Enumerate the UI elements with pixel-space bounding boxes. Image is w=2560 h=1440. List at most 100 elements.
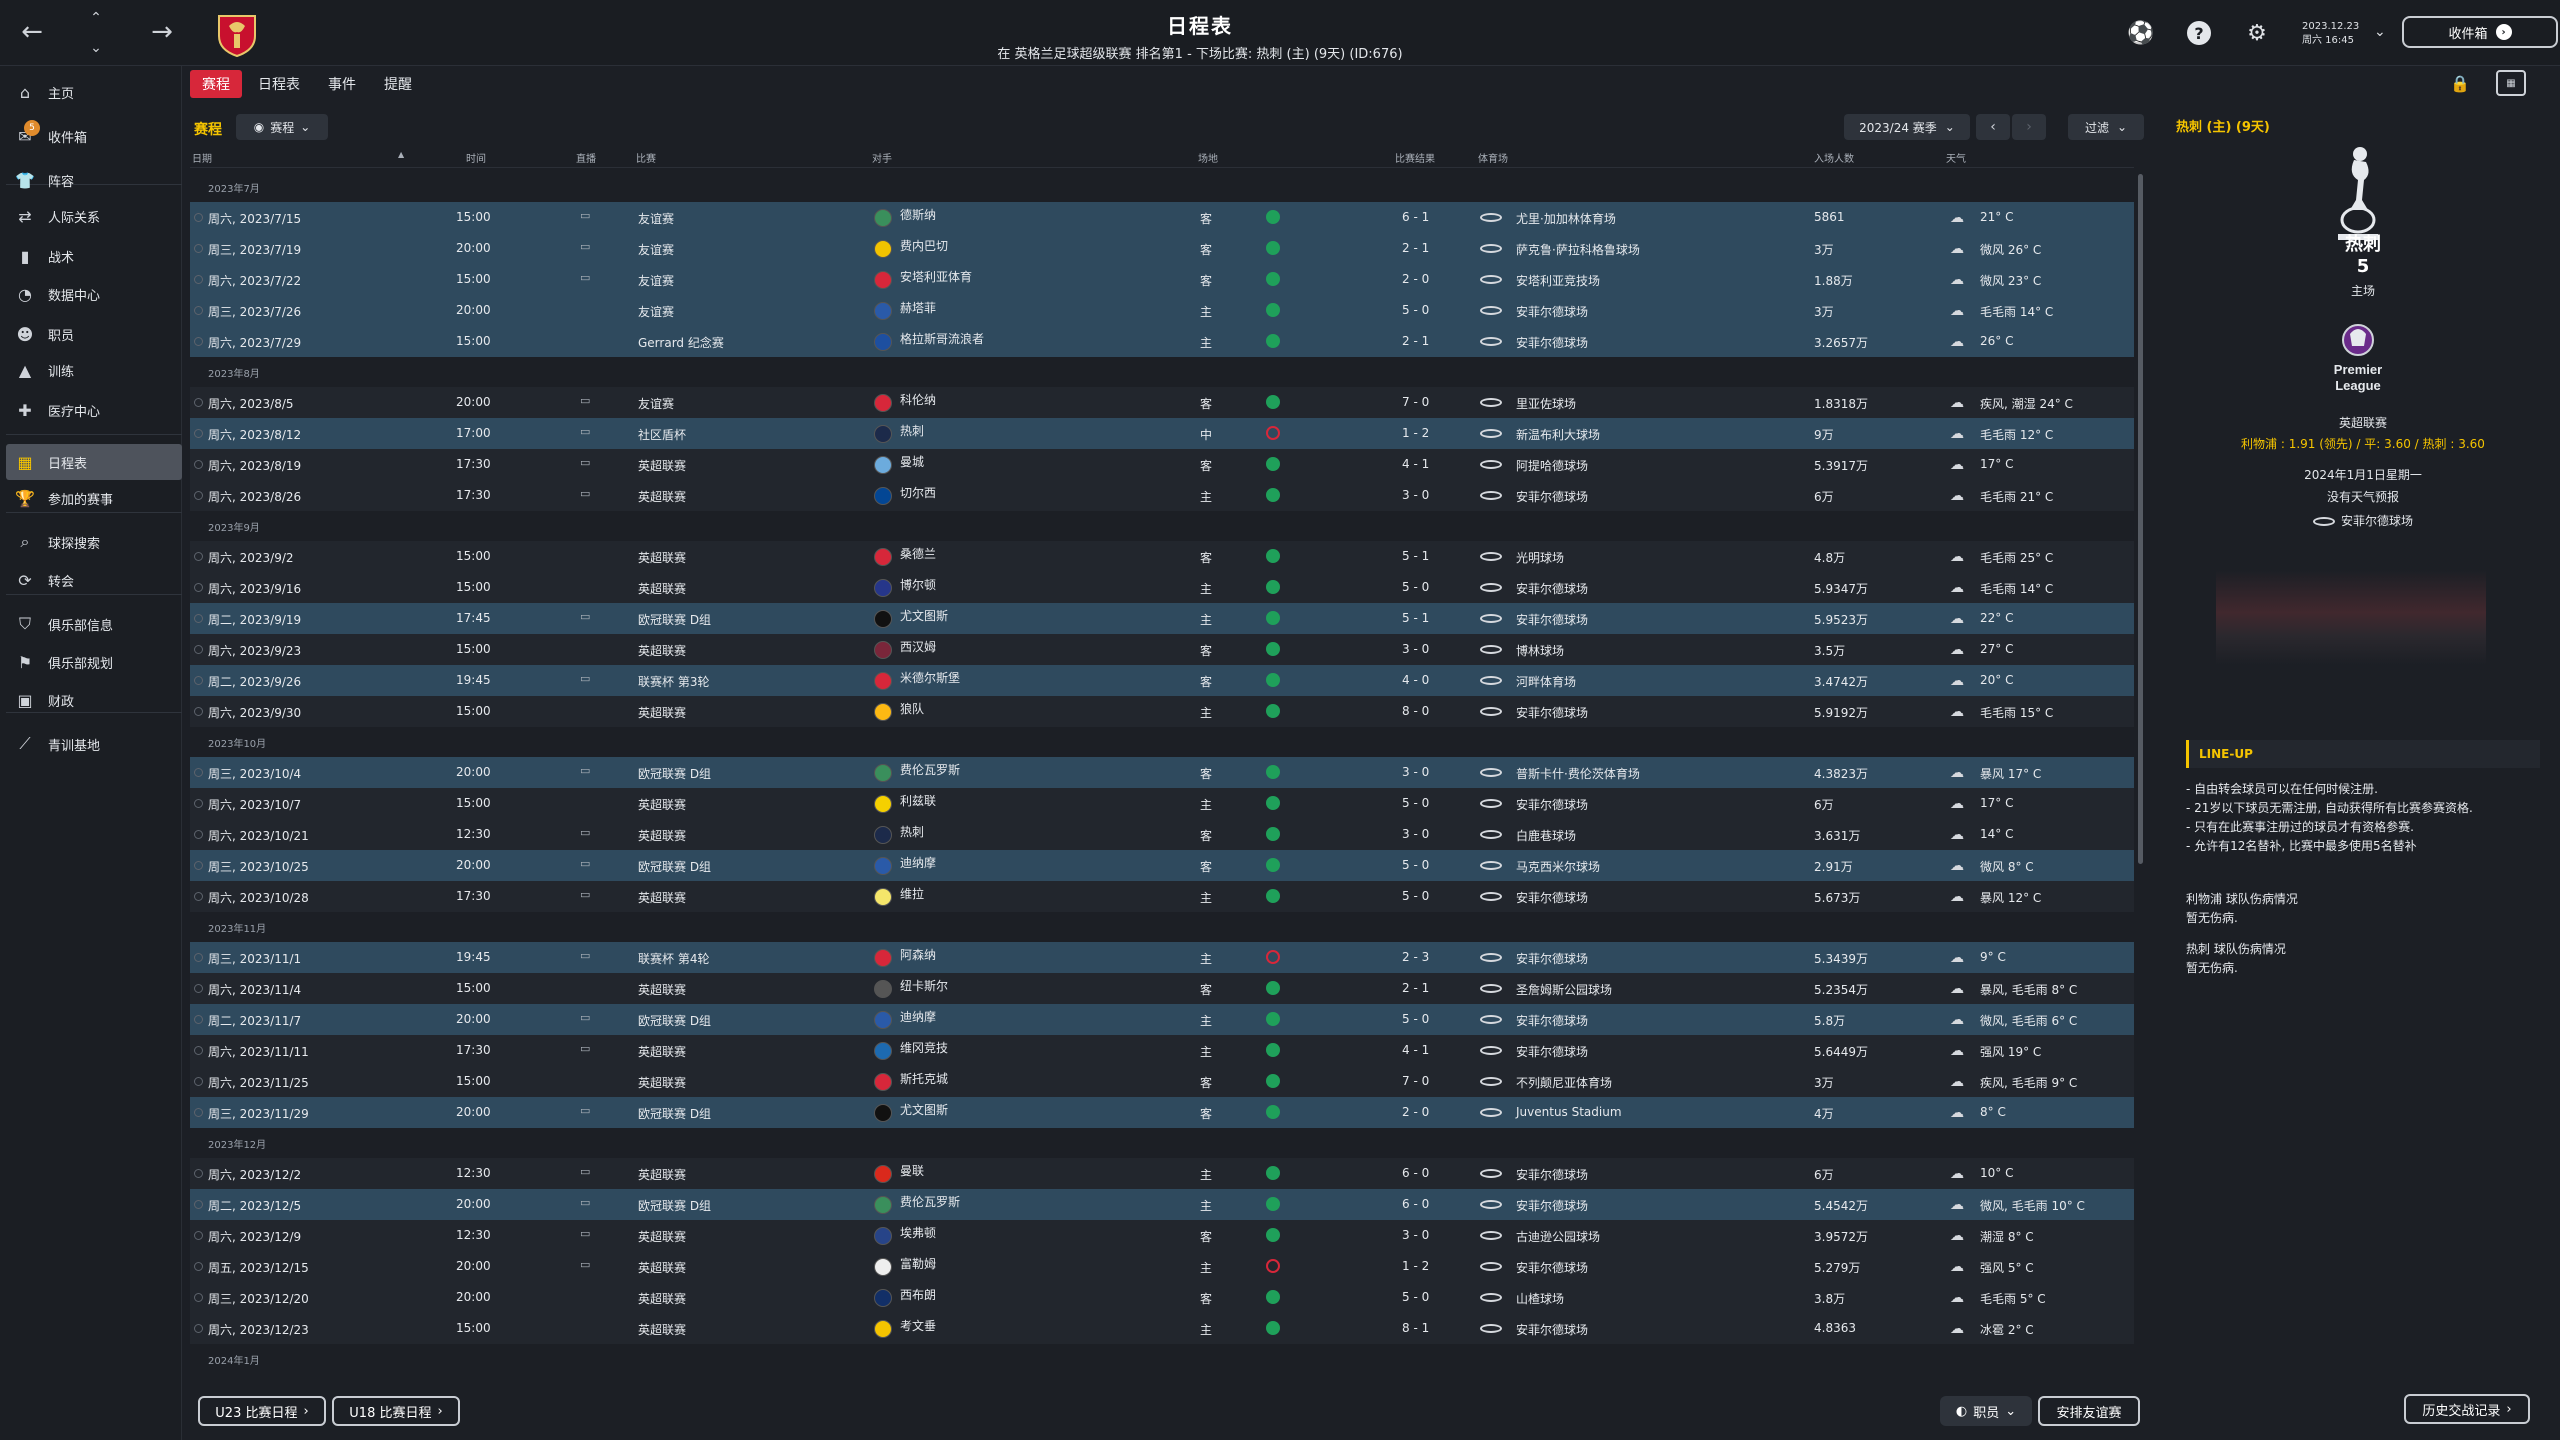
lock-icon[interactable]: 🔒	[2450, 74, 2470, 93]
table-row[interactable]: 周二, 2023/9/26 19:45 ▭ 联赛杯 第3轮 米德尔斯堡 客 4 - 0 河畔体…	[190, 665, 2134, 696]
table-row[interactable]: 周六, 2023/9/16 15:00 英超联赛 博尔顿 主 5 - 0 安菲尔德球场 5.9…	[190, 572, 2134, 603]
table-row[interactable]: 周六, 2023/8/12 17:00 ▭ 社区盾杯 热刺 中 1 - 2 新温布利大球场 9万…	[190, 418, 2134, 449]
team-crest-icon[interactable]	[874, 333, 892, 351]
match-competition[interactable]: 联赛杯 第4轮	[638, 950, 709, 967]
team-crest-icon[interactable]	[874, 579, 892, 597]
team-crest-icon[interactable]	[874, 271, 892, 289]
table-row[interactable]: 周六, 2023/12/2 12:30 ▭ 英超联赛 曼联 主 6 - 0 安菲尔德球场 6万 ☁…	[190, 1158, 2134, 1189]
match-opponent[interactable]: 尤文图斯	[900, 1101, 948, 1118]
match-competition[interactable]: 英超联赛	[638, 1228, 686, 1245]
scrollbar[interactable]	[2138, 174, 2143, 864]
match-score[interactable]: 4 - 0	[1402, 673, 1429, 687]
match-opponent[interactable]: 利兹联	[900, 792, 936, 809]
next-match-title[interactable]: 热刺 (主) (9天)	[2176, 116, 2270, 135]
match-opponent[interactable]: 西汉姆	[900, 638, 936, 655]
row-select-icon[interactable]	[194, 337, 203, 346]
table-row[interactable]: 周三, 2023/11/29 20:00 ▭ 欧冠联赛 D组 尤文图斯 客 2 - 0 Juv…	[190, 1097, 2134, 1128]
row-select-icon[interactable]	[194, 768, 203, 777]
season-dropdown[interactable]: 2023/24 赛季 ⌄	[1844, 114, 1970, 140]
head-to-head-button[interactable]: 历史交战记录 ›	[2404, 1394, 2530, 1424]
table-row[interactable]: 周六, 2023/7/29 15:00 Gerrard 纪念赛 格拉斯哥流浪者 主 2 -…	[190, 326, 2134, 357]
match-opponent[interactable]: 曼联	[900, 1162, 924, 1179]
row-select-icon[interactable]	[194, 1046, 203, 1055]
match-score[interactable]: 2 - 1	[1402, 981, 1429, 995]
match-opponent[interactable]: 费内巴切	[900, 237, 948, 254]
match-score[interactable]: 5 - 0	[1402, 1290, 1429, 1304]
table-row[interactable]: 周六, 2023/8/19 17:30 ▭ 英超联赛 曼城 客 4 - 1 阿提哈德球场 5.3…	[190, 449, 2134, 480]
sidebar-item-6[interactable]: ☻ 职员	[6, 316, 182, 352]
team-crest-icon[interactable]	[874, 394, 892, 412]
tab-2[interactable]: 事件	[316, 70, 368, 98]
calendar-view-icon[interactable]: ▦	[2496, 70, 2526, 96]
tab-1[interactable]: 日程表	[246, 70, 312, 98]
match-competition[interactable]: 欧冠联赛 D组	[638, 1197, 711, 1214]
match-score[interactable]: 3 - 0	[1402, 1228, 1429, 1242]
column-header[interactable]: 比赛结果	[1395, 150, 1435, 165]
row-select-icon[interactable]	[194, 707, 203, 716]
match-opponent[interactable]: 纽卡斯尔	[900, 977, 948, 994]
match-opponent[interactable]: 维拉	[900, 885, 924, 902]
match-opponent[interactable]: 阿森纳	[900, 946, 936, 963]
match-score[interactable]: 4 - 1	[1402, 1043, 1429, 1057]
sidebar-item-8[interactable]: ✚ 医疗中心	[6, 392, 182, 428]
table-row[interactable]: 周六, 2023/11/11 17:30 ▭ 英超联赛 维冈竞技 主 4 - 1 安菲尔德球场…	[190, 1035, 2134, 1066]
table-row[interactable]: 周三, 2023/10/25 20:00 ▭ 欧冠联赛 D组 迪纳摩 客 5 - 0 马克西米…	[190, 850, 2134, 881]
match-competition[interactable]: Gerrard 纪念赛	[638, 334, 724, 351]
team-crest-icon[interactable]	[874, 456, 892, 474]
match-opponent[interactable]: 西布朗	[900, 1286, 936, 1303]
match-competition[interactable]: 友谊赛	[638, 395, 674, 412]
sidebar-item-4[interactable]: ▮ 战术	[6, 238, 182, 274]
team-crest-icon[interactable]	[874, 610, 892, 628]
forward-icon[interactable]: →	[142, 12, 182, 52]
match-competition[interactable]: 英超联赛	[638, 580, 686, 597]
table-row[interactable]: 周二, 2023/12/5 20:00 ▭ 欧冠联赛 D组 费伦瓦罗斯 主 6 - 0 安菲尔…	[190, 1189, 2134, 1220]
column-header[interactable]: 时间	[466, 150, 486, 165]
column-header[interactable]: 场地	[1198, 150, 1218, 165]
match-competition[interactable]: 欧冠联赛 D组	[638, 765, 711, 782]
match-opponent[interactable]: 科伦纳	[900, 391, 936, 408]
team-crest-icon[interactable]	[874, 826, 892, 844]
table-row[interactable]: 周六, 2023/7/22 15:00 ▭ 友谊赛 安塔利亚体育 客 2 - 0 安塔利亚竞技…	[190, 264, 2134, 295]
match-opponent[interactable]: 博尔顿	[900, 576, 936, 593]
match-score[interactable]: 8 - 1	[1402, 1321, 1429, 1335]
row-select-icon[interactable]	[194, 830, 203, 839]
match-score[interactable]: 3 - 0	[1402, 765, 1429, 779]
team-crest-icon[interactable]	[874, 1165, 892, 1183]
sort-arrow-icon[interactable]: ▲	[398, 150, 404, 159]
match-opponent[interactable]: 热刺	[900, 823, 924, 840]
row-select-icon[interactable]	[194, 1077, 203, 1086]
match-score[interactable]: 2 - 1	[1402, 241, 1429, 255]
prev-page-button[interactable]: ‹	[1976, 114, 2010, 140]
match-score[interactable]: 5 - 0	[1402, 303, 1429, 317]
staff-dropdown[interactable]: ◐ 职员 ⌄	[1940, 1396, 2032, 1426]
team-crest-icon[interactable]	[874, 1011, 892, 1029]
team-crest-icon[interactable]	[874, 302, 892, 320]
match-competition[interactable]: 友谊赛	[638, 210, 674, 227]
chevron-down-icon[interactable]: ⌄	[2374, 24, 2386, 40]
match-opponent[interactable]: 德斯纳	[900, 206, 936, 223]
table-row[interactable]: 周六, 2023/10/28 17:30 ▭ 英超联赛 维拉 主 5 - 0 安菲尔德球场 5.…	[190, 881, 2134, 912]
next-page-button[interactable]: ›	[2012, 114, 2046, 140]
help-icon[interactable]: ?	[2184, 18, 2214, 48]
row-select-icon[interactable]	[194, 275, 203, 284]
team-crest-icon[interactable]	[874, 209, 892, 227]
match-opponent[interactable]: 费伦瓦罗斯	[900, 1193, 960, 1210]
column-header[interactable]: 日期	[192, 150, 212, 165]
team-crest-icon[interactable]	[874, 857, 892, 875]
match-competition[interactable]: 欧冠联赛 D组	[638, 1105, 711, 1122]
match-competition[interactable]: 英超联赛	[638, 1259, 686, 1276]
match-score[interactable]: 4 - 1	[1402, 457, 1429, 471]
match-score[interactable]: 5 - 1	[1402, 549, 1429, 563]
table-row[interactable]: 周六, 2023/11/25 15:00 英超联赛 斯托克城 客 7 - 0 不列颠尼亚体育…	[190, 1066, 2134, 1097]
sidebar-item-3[interactable]: ⇄ 人际关系	[6, 198, 182, 234]
match-score[interactable]: 2 - 1	[1402, 334, 1429, 348]
match-score[interactable]: 2 - 3	[1402, 950, 1429, 964]
match-competition[interactable]: 英超联赛	[638, 981, 686, 998]
match-competition[interactable]: 英超联赛	[638, 1321, 686, 1338]
back-icon[interactable]: ←	[12, 12, 52, 52]
sidebar-item-14[interactable]: ⚑ 俱乐部规划	[6, 644, 182, 680]
ball-icon[interactable]: ⚽	[2126, 18, 2156, 48]
table-row[interactable]: 周六, 2023/8/26 17:30 ▭ 英超联赛 切尔西 主 3 - 0 安菲尔德球场 6万…	[190, 480, 2134, 511]
team-crest-icon[interactable]	[874, 1258, 892, 1276]
row-select-icon[interactable]	[194, 398, 203, 407]
